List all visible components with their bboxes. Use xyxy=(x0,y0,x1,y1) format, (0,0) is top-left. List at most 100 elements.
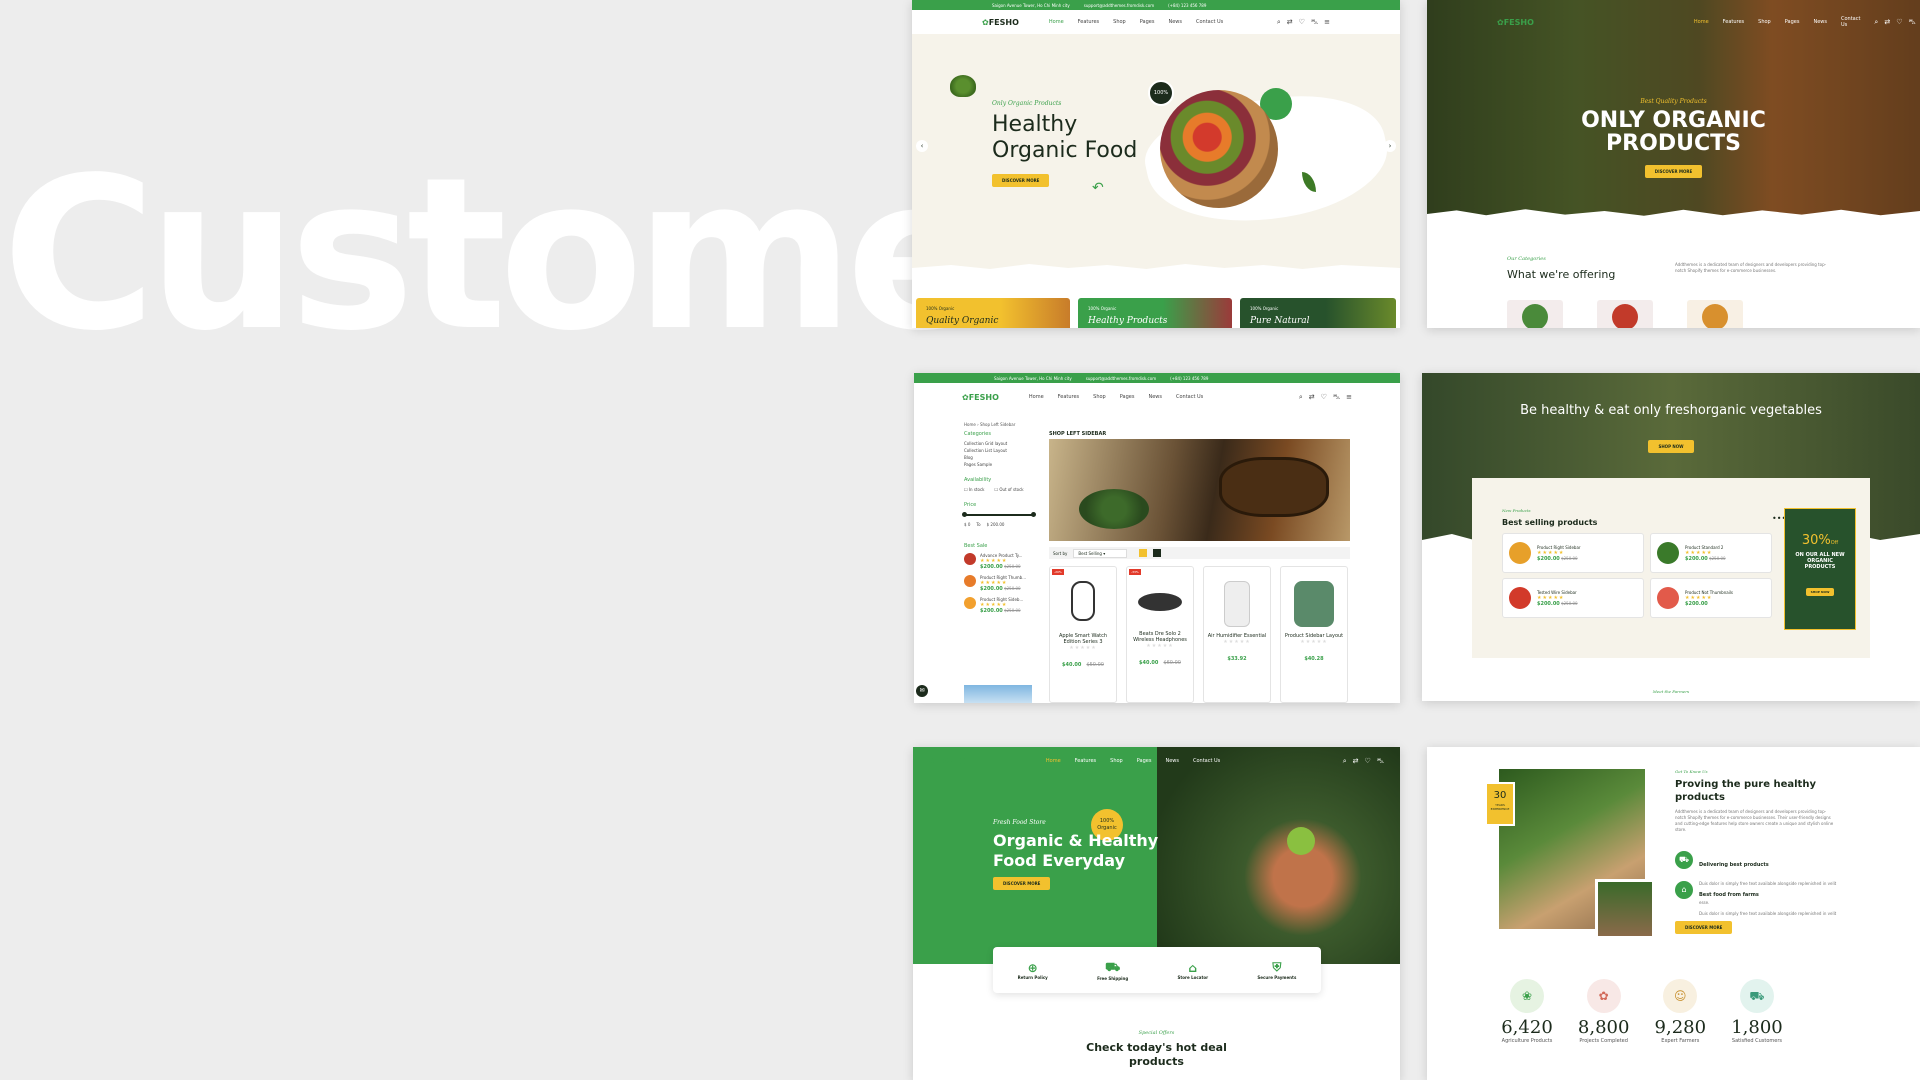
shop-now-button[interactable]: SHOP NOW xyxy=(1648,440,1694,453)
nav-home[interactable]: Home xyxy=(1049,19,1064,25)
wishlist-icon[interactable]: ♡ xyxy=(1321,393,1327,402)
promo-title: Healthy Products xyxy=(1088,316,1168,326)
compare-icon[interactable]: ⇄ xyxy=(1353,757,1359,766)
nav-contact[interactable]: Contact Us xyxy=(1841,16,1860,28)
feature-return-policy[interactable]: ⊕ Return Policy xyxy=(1018,961,1048,980)
product-name[interactable]: Apple Smart Watch Edition Series 3 xyxy=(1050,633,1116,645)
wishlist-icon[interactable]: ♡ xyxy=(1299,18,1305,27)
menu-icon[interactable]: ≡ xyxy=(1324,18,1330,27)
nav-news[interactable]: News xyxy=(1813,19,1827,25)
promo-shop-button[interactable]: SHOP NOW xyxy=(1805,588,1835,596)
categories-title[interactable]: Categories xyxy=(964,431,1034,437)
nav-shop[interactable]: Shop xyxy=(1110,758,1123,764)
nav-features[interactable]: Features xyxy=(1078,19,1100,25)
out-of-stock-checkbox[interactable]: ☐ Out of stock xyxy=(994,487,1023,492)
discover-more-button[interactable]: DISCOVER MORE xyxy=(993,877,1051,890)
section-tag: Special Offers xyxy=(1138,1030,1175,1036)
product-card[interactable]: -33% Beats Dre Solo 2 Wireless Headphone… xyxy=(1126,566,1194,703)
availability-title[interactable]: Availability xyxy=(964,477,1034,483)
logo[interactable]: ✿FESHO xyxy=(929,757,966,766)
compare-icon[interactable]: ⇄ xyxy=(1287,18,1293,27)
feature-store-locator[interactable]: ⌂ Store Locator xyxy=(1178,961,1209,980)
category-card-3[interactable] xyxy=(1687,300,1743,328)
nav-news[interactable]: News xyxy=(1148,394,1162,400)
sort-select[interactable]: Best Selling ▾ xyxy=(1073,548,1128,558)
cart-icon[interactable]: ⛍ xyxy=(1333,393,1340,402)
category-link[interactable]: Pages Sample xyxy=(964,462,1034,467)
promo-banner-2[interactable]: 100% Organic Healthy Products xyxy=(1078,298,1232,328)
compare-icon[interactable]: ⇄ xyxy=(1309,393,1315,402)
nav-features[interactable]: Features xyxy=(1075,758,1097,764)
nav-shop[interactable]: Shop xyxy=(1758,19,1771,25)
nav-pages[interactable]: Pages xyxy=(1785,19,1800,25)
wishlist-icon[interactable]: ♡ xyxy=(1365,757,1371,766)
feature-secure-payments[interactable]: ⛨ Secure Payments xyxy=(1257,960,1296,980)
promo-banner-3[interactable]: 100% Organic Pure Natural xyxy=(1240,298,1396,328)
phone-text: (+84) 123 456 789 xyxy=(1168,2,1207,8)
product-card[interactable]: Product Right Sidebar ★★★★★ $200.00 $250.0… xyxy=(1502,533,1644,573)
nav-pages[interactable]: Pages xyxy=(1137,758,1152,764)
logo[interactable]: ✿FESHO xyxy=(962,393,999,402)
discover-more-button[interactable]: DISCOVER MORE xyxy=(992,174,1050,187)
cart-icon[interactable]: ⛍ xyxy=(1377,757,1384,766)
search-icon[interactable]: ⌕ xyxy=(1277,18,1281,27)
hero-tagline: Fresh Food Store xyxy=(993,819,1046,826)
best-sale-item[interactable]: Advance Product Ty... ★★★★★ $200.00 $250.0… xyxy=(964,553,1034,570)
nav-news[interactable]: News xyxy=(1165,758,1179,764)
nav-pages[interactable]: Pages xyxy=(1140,19,1155,25)
promo-banner-1[interactable]: 100% Organic Quality Organic xyxy=(916,298,1070,328)
nav-contact[interactable]: Contact Us xyxy=(1176,394,1203,400)
nav-news[interactable]: News xyxy=(1168,19,1182,25)
in-stock-checkbox[interactable]: ☐ In stock xyxy=(964,487,984,492)
nav-contact[interactable]: Contact Us xyxy=(1196,19,1223,25)
search-icon[interactable]: ⌕ xyxy=(1874,18,1878,27)
nav-home[interactable]: Home xyxy=(1029,394,1044,400)
best-sale-item[interactable]: Product Right Sideb... ★★★★★ $200.00 $250.… xyxy=(964,597,1034,614)
category-link[interactable]: Collection List Layout xyxy=(964,448,1034,453)
breadcrumb-home[interactable]: Home xyxy=(964,422,976,427)
hero-headline-1: ONLY ORGANIC xyxy=(1581,108,1766,133)
product-card[interactable]: Product Not Thumbnails ★★★★★ $200.00 xyxy=(1650,578,1772,618)
product-card[interactable]: Product Sidebar Layout ★★★★★ $40.28 xyxy=(1280,566,1348,703)
cart-icon[interactable]: ⛍ xyxy=(1311,18,1318,27)
chat-icon[interactable]: ✉ xyxy=(916,685,928,697)
feature-free-shipping[interactable]: ⛟ Free Shipping xyxy=(1097,960,1128,981)
search-icon[interactable]: ⌕ xyxy=(1343,757,1347,766)
category-link[interactable]: Blog xyxy=(964,455,1034,460)
cart-icon[interactable]: ⛍ xyxy=(1909,18,1916,27)
compare-icon[interactable]: ⇄ xyxy=(1884,18,1890,27)
price-from-input[interactable]: $ 0 xyxy=(964,522,970,527)
search-icon[interactable]: ⌕ xyxy=(1299,393,1303,402)
best-sale-item[interactable]: Product Right Thumb... ★★★★★ $200.00 $250.… xyxy=(964,575,1034,592)
nav-pages[interactable]: Pages xyxy=(1120,394,1135,400)
logo[interactable]: ✿FESHO xyxy=(982,18,1019,27)
nav-contact[interactable]: Contact Us xyxy=(1193,758,1220,764)
logo[interactable]: ✿FESHO xyxy=(1497,18,1534,27)
nav-shop[interactable]: Shop xyxy=(1093,394,1106,400)
nav-features[interactable]: Features xyxy=(1058,394,1080,400)
grid-view-button[interactable] xyxy=(1139,549,1148,557)
product-card[interactable]: Air Humidifier Essential ★★★★★ $33.92 xyxy=(1203,566,1271,703)
discover-more-button[interactable]: DISCOVER MORE xyxy=(1675,921,1733,934)
product-card[interactable]: Tested Wire Sidebar ★★★★★ $200.00 $250.00 xyxy=(1502,578,1644,618)
category-card-2[interactable] xyxy=(1597,300,1653,328)
category-link[interactable]: Collection Grid layout xyxy=(964,441,1034,446)
price-slider[interactable] xyxy=(962,512,1036,517)
nav-features[interactable]: Features xyxy=(1723,19,1745,25)
product-name[interactable]: Beats Dre Solo 2 Wireless Headphones xyxy=(1127,631,1193,643)
nav-home[interactable]: Home xyxy=(1046,758,1061,764)
category-card-1[interactable] xyxy=(1507,300,1563,328)
best-sale-title[interactable]: Best Sale xyxy=(964,543,1034,549)
price-title[interactable]: Price xyxy=(964,502,1034,508)
product-card[interactable]: Product Standard 2 ★★★★★ $200.00 $250.00 xyxy=(1650,533,1772,573)
wishlist-icon[interactable]: ♡ xyxy=(1896,18,1902,27)
slider-prev-arrow[interactable]: ‹ xyxy=(916,140,928,152)
menu-icon[interactable]: ≡ xyxy=(1346,393,1352,402)
nav-shop[interactable]: Shop xyxy=(1113,19,1126,25)
nav-home[interactable]: Home xyxy=(1694,19,1709,25)
product-card[interactable]: -20% Apple Smart Watch Edition Series 3 … xyxy=(1049,566,1117,703)
list-view-button[interactable] xyxy=(1153,549,1162,557)
price-to-input[interactable]: $ 200.00 xyxy=(987,522,1005,527)
discover-more-button[interactable]: DISCOVER MORE xyxy=(1644,165,1703,178)
promo-card[interactable]: 30%Off ON OUR ALL NEW ORGANIC PRODUCTS S… xyxy=(1784,508,1856,630)
